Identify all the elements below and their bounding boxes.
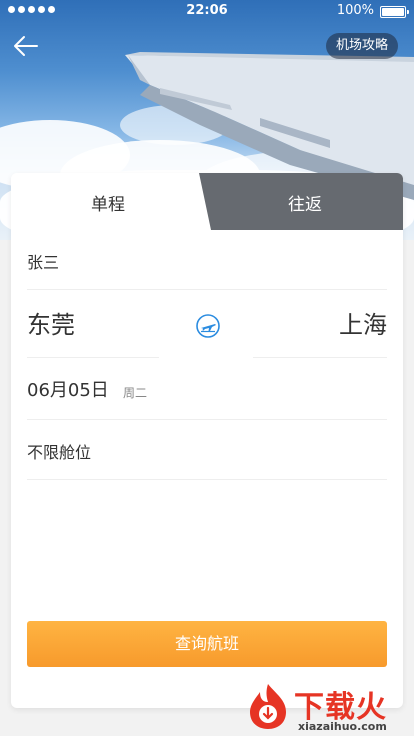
battery-percent: 100% bbox=[336, 3, 374, 18]
divider bbox=[253, 357, 387, 358]
status-bar: 22:06 100% bbox=[0, 0, 414, 22]
back-button[interactable] bbox=[10, 32, 42, 60]
passenger-field[interactable]: 张三 bbox=[27, 249, 387, 273]
swap-cities-button[interactable] bbox=[195, 313, 221, 339]
divider bbox=[27, 289, 387, 290]
departure-date[interactable]: 06月05日 bbox=[27, 376, 109, 402]
divider bbox=[27, 479, 387, 480]
departure-city[interactable]: 东莞 bbox=[27, 305, 75, 340]
cabin-class-select[interactable]: 不限舱位 bbox=[27, 439, 91, 463]
battery-icon bbox=[380, 6, 409, 18]
watermark: 下载火 xiazaihuo.com bbox=[242, 680, 414, 736]
divider bbox=[27, 357, 159, 358]
flame-logo-icon bbox=[250, 684, 286, 729]
tab-one-way[interactable]: 单程 bbox=[11, 190, 205, 215]
airport-guide-button[interactable]: 机场攻略 bbox=[325, 33, 398, 59]
arrival-city[interactable]: 上海 bbox=[339, 305, 387, 340]
divider bbox=[27, 419, 387, 420]
watermark-url: xiazaihuo.com bbox=[298, 720, 387, 733]
tab-round-trip[interactable]: 往返 bbox=[207, 190, 403, 215]
flight-search-card: 单程 往返 张三 东莞 上海 06月05日 周二 不限舱位 查询航班 bbox=[11, 173, 403, 708]
trip-type-tabs: 单程 往返 bbox=[11, 173, 403, 230]
plane-swap-icon bbox=[196, 314, 220, 338]
departure-weekday: 周二 bbox=[123, 386, 148, 400]
search-flights-button[interactable]: 查询航班 bbox=[27, 621, 387, 667]
arrow-left-icon bbox=[14, 36, 38, 56]
